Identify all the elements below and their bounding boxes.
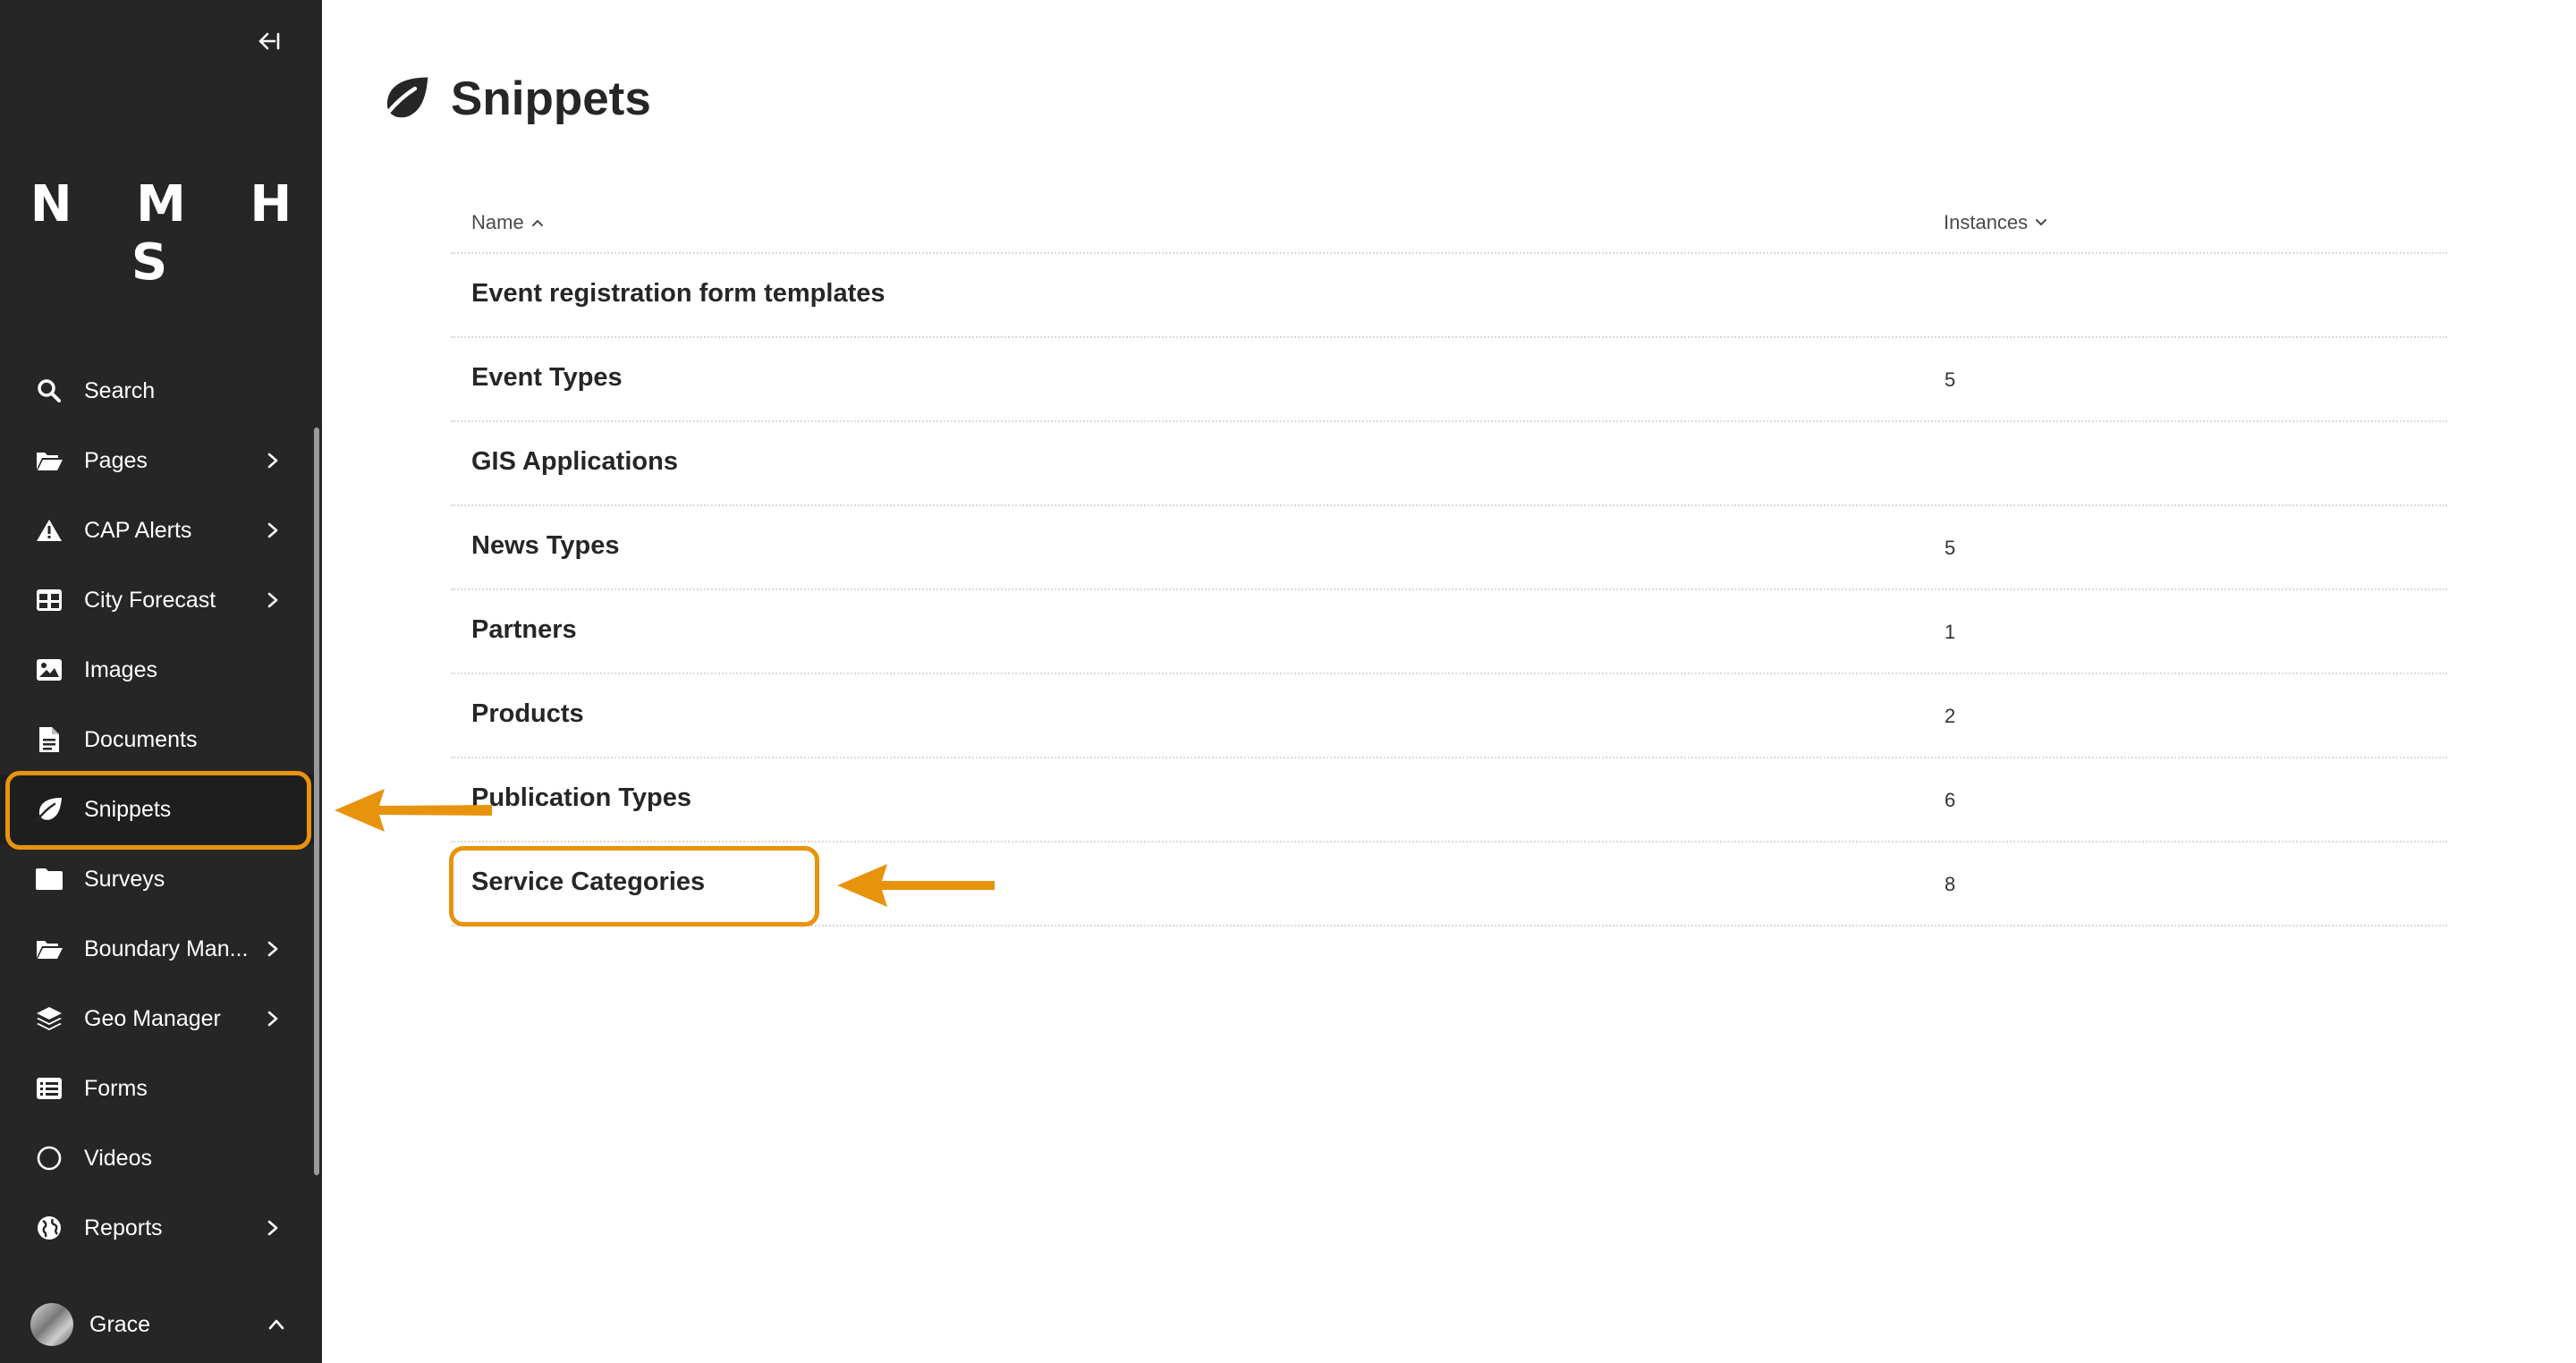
page-header: Snippets: [379, 63, 651, 134]
layers-icon: [34, 1003, 64, 1034]
folder-open-icon: [34, 934, 64, 964]
arrow-pointing-to-service-categories: [837, 864, 995, 907]
sidebar-item-videos[interactable]: Videos: [0, 1123, 315, 1193]
snippet-link[interactable]: Event registration form templates: [471, 279, 886, 309]
table-icon: [34, 585, 64, 615]
sidebar-item-geo-manager[interactable]: Geo Manager: [0, 984, 315, 1054]
sidebar-item-images[interactable]: Images: [0, 635, 315, 705]
folder-icon: [34, 864, 64, 894]
document-icon: [34, 724, 64, 755]
instances-count: 2: [1945, 705, 1956, 727]
column-header-name: Name: [471, 211, 524, 233]
table-row[interactable]: Products 2: [451, 674, 2447, 758]
sidebar-item-label: Videos: [84, 1145, 152, 1171]
sidebar-item-label: Surveys: [84, 866, 165, 892]
sidebar-item-label: Pages: [84, 447, 148, 473]
table-row[interactable]: Event Types 5: [451, 338, 2447, 422]
snippet-link[interactable]: News Types: [471, 531, 619, 561]
sidebar-item-documents[interactable]: Documents: [0, 705, 315, 775]
sidebar-item-label: Forms: [84, 1075, 148, 1101]
snippet-link[interactable]: Products: [471, 699, 584, 729]
snippet-link[interactable]: GIS Applications: [471, 447, 678, 477]
chevron-right-icon: [263, 590, 283, 610]
instances-count: 5: [1945, 368, 1956, 391]
collapse-arrow-icon: [258, 32, 280, 50]
search-icon: [34, 376, 64, 406]
sort-by-name-button[interactable]: Name: [471, 211, 544, 234]
sidebar: N M H S Search Pages CAP Alerts City For…: [0, 0, 322, 1363]
arrow-pointing-to-snippets: [335, 789, 492, 832]
account-name: Grace: [89, 1311, 151, 1337]
sort-by-instances-button[interactable]: Instances: [1944, 211, 2047, 234]
snippets-highlight-box: [5, 771, 311, 850]
snippet-link[interactable]: Publication Types: [471, 783, 691, 813]
table-row[interactable]: Publication Types 6: [451, 758, 2447, 842]
sidebar-item-label: Boundary Man...: [84, 935, 249, 961]
sidebar-item-label: Images: [84, 656, 157, 682]
sidebar-item-cap-alerts[interactable]: CAP Alerts: [0, 495, 315, 565]
sidebar-item-label: Documents: [84, 726, 198, 752]
instances-count: 6: [1945, 789, 1956, 811]
snippet-link[interactable]: Event Types: [471, 363, 623, 393]
instances-count: 5: [1945, 537, 1956, 559]
page-title: Snippets: [451, 72, 651, 125]
table-row[interactable]: News Types 5: [451, 506, 2447, 590]
sidebar-item-pages[interactable]: Pages: [0, 426, 315, 495]
sidebar-item-label: Reports: [84, 1215, 163, 1240]
collapse-sidebar-button[interactable]: [250, 23, 286, 59]
chevron-right-icon: [263, 521, 283, 540]
table-row[interactable]: Partners 1: [451, 590, 2447, 674]
chevron-right-icon: [263, 939, 283, 959]
chevron-right-icon: [263, 1218, 283, 1238]
logo: N M H S: [30, 175, 316, 292]
sidebar-item-city-forecast[interactable]: City Forecast: [0, 565, 315, 635]
sidebar-item-search[interactable]: Search: [0, 356, 315, 426]
image-icon: [34, 655, 64, 685]
circle-icon: [34, 1143, 64, 1173]
chevron-right-icon: [263, 1009, 283, 1029]
sidebar-item-label: Geo Manager: [84, 1005, 221, 1031]
globe-icon: [34, 1213, 64, 1243]
table-header: Name Instances: [451, 195, 2447, 254]
table-row[interactable]: Event registration form templates: [451, 254, 2447, 338]
chevron-right-icon: [263, 451, 283, 470]
sidebar-item-label: City Forecast: [84, 587, 216, 613]
chevron-down-icon: [2036, 219, 2047, 225]
instances-count: 1: [1945, 621, 1956, 643]
sidebar-item-label: Search: [84, 377, 156, 403]
chevron-up-icon: [531, 220, 543, 226]
sidebar-scrollbar[interactable]: [314, 428, 319, 1175]
sidebar-item-surveys[interactable]: Surveys: [0, 844, 315, 914]
folder-open-icon: [34, 445, 64, 476]
sidebar-item-label: CAP Alerts: [84, 517, 192, 543]
snippet-link[interactable]: Partners: [471, 615, 577, 645]
snippets-table: Name Instances Event registration form t…: [451, 195, 2447, 927]
list-icon: [34, 1073, 64, 1104]
sidebar-item-forms[interactable]: Forms: [0, 1054, 315, 1123]
leaf-icon: [380, 77, 428, 122]
table-row[interactable]: GIS Applications: [451, 422, 2447, 506]
service-categories-highlight-box: [449, 846, 819, 927]
sidebar-item-reports[interactable]: Reports: [0, 1193, 315, 1263]
chevron-up-icon: [267, 1315, 286, 1334]
account-menu[interactable]: Grace: [0, 1291, 315, 1358]
instances-count: 8: [1945, 873, 1956, 895]
avatar: [30, 1303, 73, 1346]
sidebar-item-boundary-manager[interactable]: Boundary Man...: [0, 914, 315, 984]
warning-icon: [34, 515, 64, 546]
column-header-instances: Instances: [1944, 211, 2029, 233]
